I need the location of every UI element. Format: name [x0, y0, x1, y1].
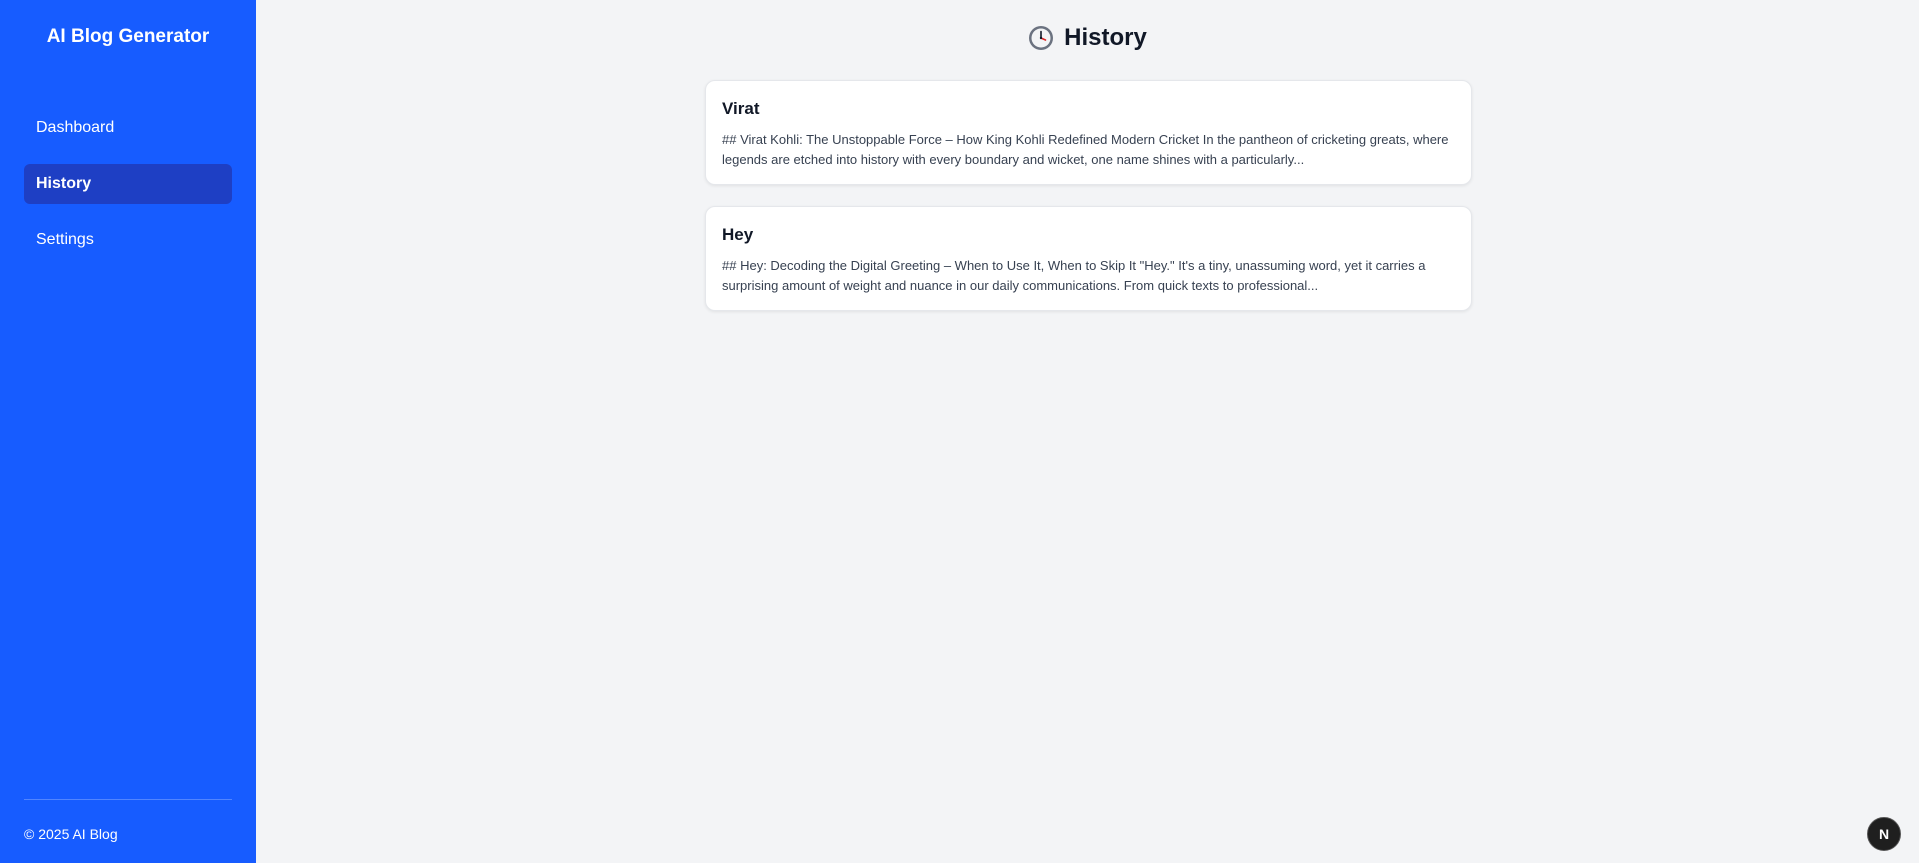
history-card-snippet: ## Virat Kohli: The Unstoppable Force – … — [722, 132, 1449, 167]
history-card[interactable]: Virat ## Virat Kohli: The Unstoppable Fo… — [705, 80, 1472, 185]
page-title: History — [1064, 24, 1147, 51]
history-card-snippet: ## Hey: Decoding the Digital Greeting – … — [722, 258, 1426, 293]
clock-icon — [1029, 26, 1054, 50]
app-brand: AI Blog Generator — [46, 26, 210, 47]
history-card-title: Virat — [722, 99, 760, 118]
sidebar-footer: © 2025 AI Blog — [24, 826, 118, 842]
history-card-title: Hey — [722, 225, 754, 244]
page-header: History — [256, 24, 1919, 52]
sidebar-item-history[interactable]: History — [24, 164, 232, 204]
sidebar-divider — [24, 799, 232, 800]
sidebar-nav: Dashboard History Settings — [24, 119, 232, 276]
nextjs-badge-icon[interactable]: N — [1867, 817, 1901, 851]
sidebar-item-dashboard[interactable]: Dashboard — [24, 108, 232, 148]
sidebar: AI Blog Generator Dashboard History Sett… — [0, 0, 256, 863]
history-card[interactable]: Hey ## Hey: Decoding the Digital Greetin… — [705, 206, 1472, 311]
sidebar-item-settings[interactable]: Settings — [24, 220, 232, 260]
